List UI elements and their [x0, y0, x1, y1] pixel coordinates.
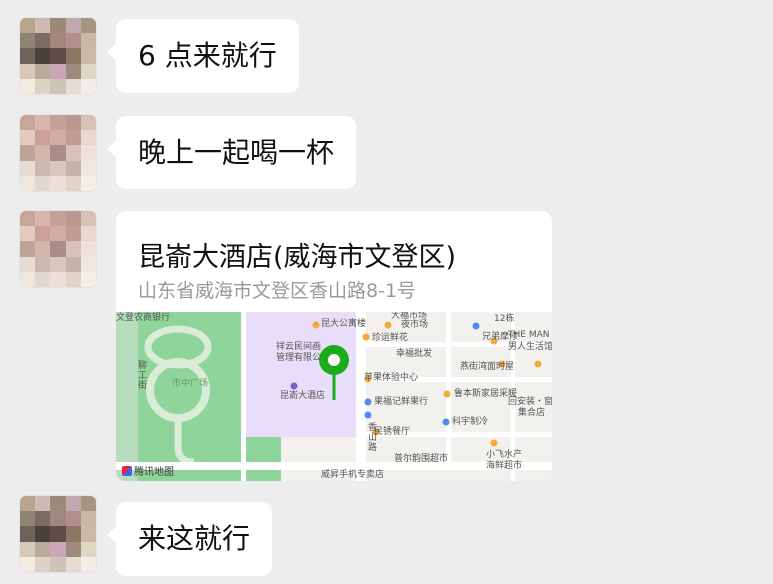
- map-label: 男人生活馆: [508, 342, 552, 352]
- map-label: 回安装・窗: [508, 397, 552, 407]
- avatar[interactable]: [20, 211, 96, 287]
- tencent-map-icon: [122, 465, 132, 476]
- map-label: 12栋: [494, 314, 515, 324]
- location-card[interactable]: 昆嵛大酒店(威海市文登区) 山东省威海市文登区香山路8-1号 文登农商银行 昆大…: [116, 211, 552, 481]
- map-label: 珍运鲜花: [372, 333, 409, 343]
- map-provider-name: 腾讯地图: [134, 467, 174, 478]
- map-label: 管理有限公: [276, 353, 322, 363]
- map-label: 市中广场: [172, 379, 209, 389]
- avatar[interactable]: [20, 18, 96, 94]
- map-label: THE MAN: [508, 330, 550, 340]
- map-label: 昆大公寓楼: [321, 319, 367, 329]
- map-label: 祥云民间画: [276, 342, 322, 352]
- message-bubble[interactable]: 来这就行: [106, 502, 273, 576]
- message-text: 6 点来就行: [138, 39, 277, 72]
- map-label: 小飞水产: [486, 450, 523, 460]
- map-label: 集合店: [518, 408, 546, 418]
- message-bubble[interactable]: 晚上一起喝一杯: [106, 116, 357, 189]
- map-label: 昆嵛大酒店: [280, 391, 326, 401]
- map-label: 海鲜超市: [486, 461, 523, 471]
- map-label: 幸福批发: [396, 349, 433, 359]
- location-title: 昆嵛大酒店(威海市文登区): [138, 242, 457, 273]
- map-label: 果福记鲜果行: [374, 397, 429, 407]
- map-label: 香山路: [368, 423, 378, 453]
- message-text: 来这就行: [138, 522, 251, 555]
- map-label: 聊工街: [138, 361, 148, 391]
- message-bubble[interactable]: 6 点来就行: [107, 19, 299, 93]
- map-label: 夜市场: [401, 320, 429, 330]
- map-label: 苹果体验中心: [364, 373, 419, 383]
- map-label: 威昇手机专卖店: [321, 470, 385, 480]
- map-label: 文登农商银行: [116, 313, 171, 323]
- message-text: 晚上一起喝一杯: [138, 135, 335, 169]
- map-provider-logo: 腾讯地图: [122, 463, 174, 478]
- map-label: 民锈餐厅: [374, 427, 411, 437]
- map-label: 燕街湾面时屋: [460, 362, 515, 372]
- location-address: 山东省威海市文登区香山路8-1号: [138, 280, 417, 302]
- avatar[interactable]: [20, 115, 96, 191]
- avatar[interactable]: [20, 496, 96, 572]
- map-label: 普尔韵围超市: [394, 454, 449, 464]
- map-label: 科宇制冷: [452, 417, 489, 427]
- location-map[interactable]: 文登农商银行 昆大公寓楼 大福市场 夜市场 12栋 兄弟摩修 珍运鲜花 THE …: [116, 312, 552, 481]
